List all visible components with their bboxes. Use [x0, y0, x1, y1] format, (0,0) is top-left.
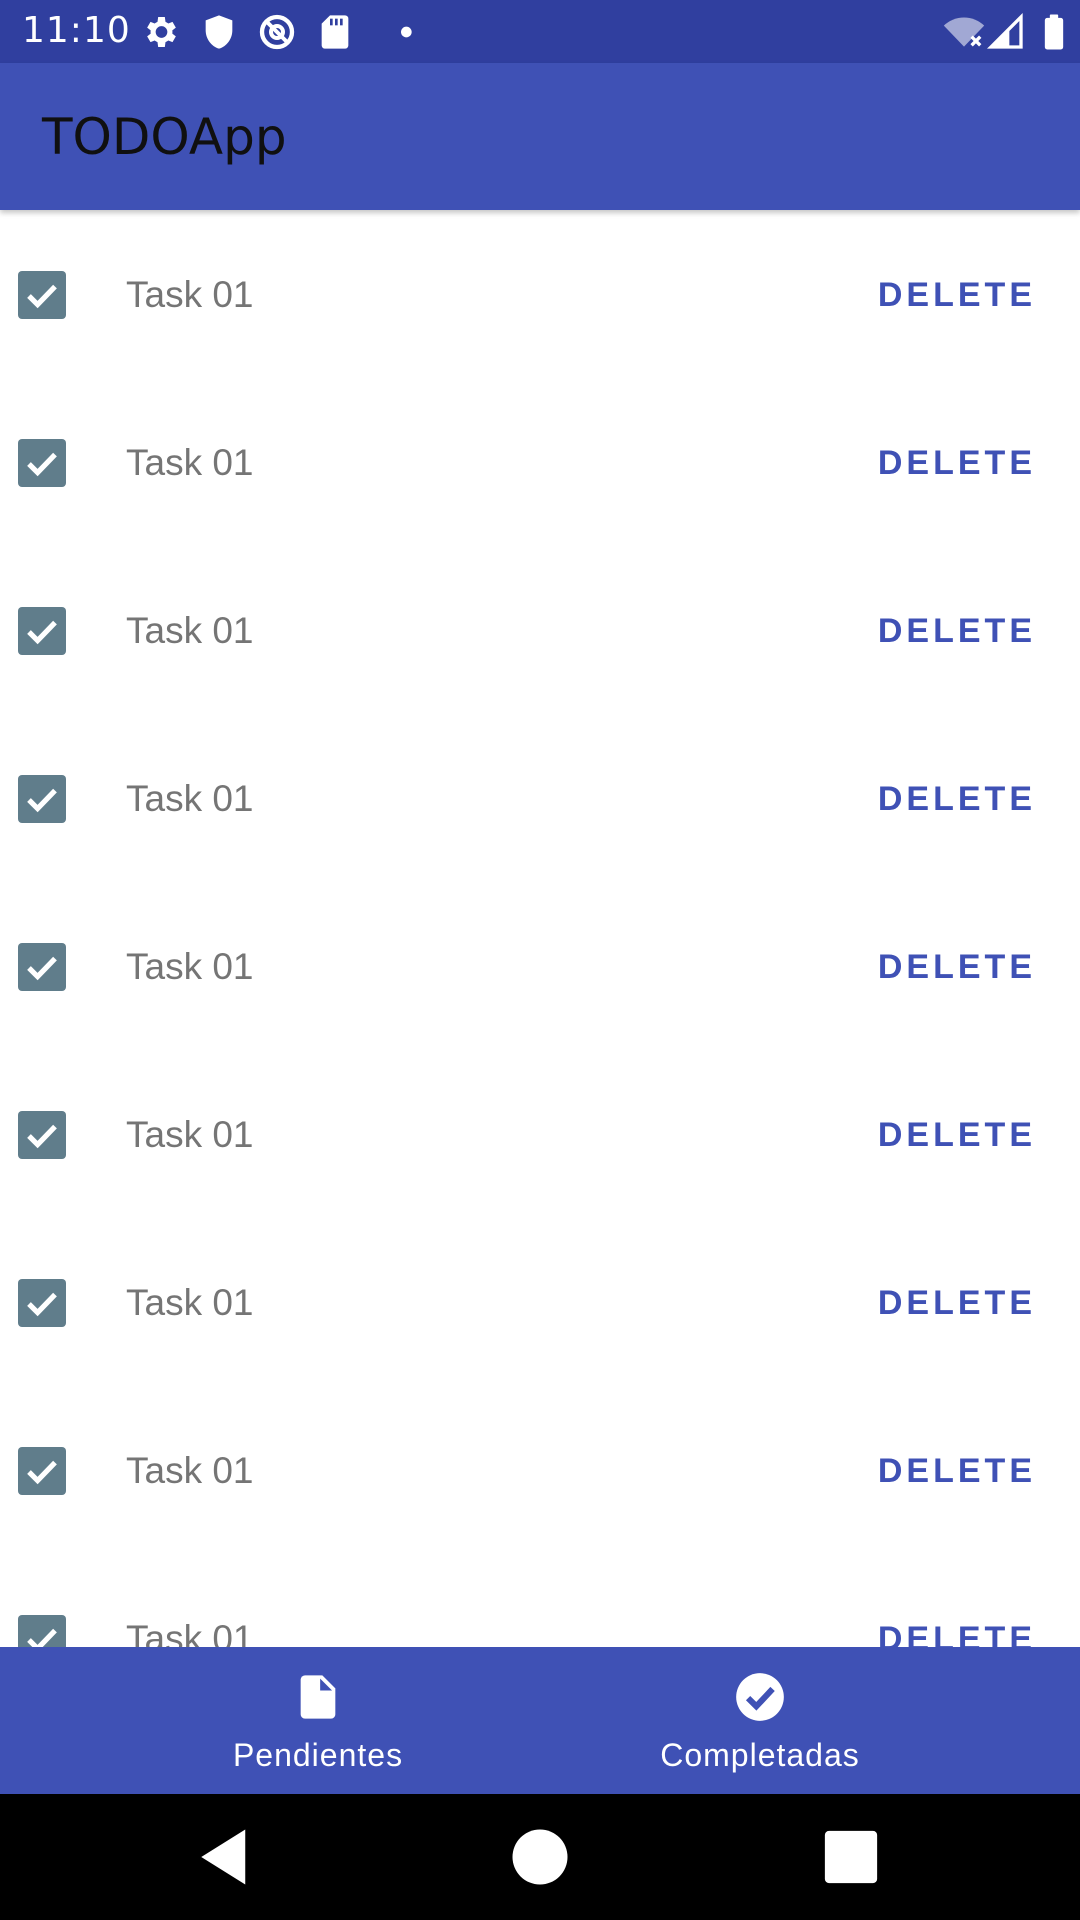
task-row: Task 01 DELETE: [0, 714, 1080, 882]
shield-icon: [205, 15, 233, 49]
task-label: Task 01: [126, 1282, 254, 1323]
checkmark-icon: [27, 452, 57, 477]
cell-signal-icon: [986, 12, 1023, 49]
checkmark-icon: [27, 1628, 57, 1647]
bottom-navigation: Pendientes Completadas: [0, 1647, 1080, 1794]
task-checkbox[interactable]: [18, 607, 66, 655]
delete-button[interactable]: DELETE: [878, 1110, 1036, 1160]
task-checkbox[interactable]: [18, 1279, 66, 1327]
task-label: Task 01: [126, 778, 254, 819]
task-row: Task 01 DELETE: [0, 1218, 1080, 1386]
task-checkbox[interactable]: [18, 1111, 66, 1159]
delete-button[interactable]: DELETE: [878, 774, 1036, 824]
task-checkbox[interactable]: [18, 775, 66, 823]
wifi-off-icon: [943, 17, 985, 47]
dot-icon: [401, 26, 412, 38]
task-row: Task 01 DELETE: [0, 546, 1080, 714]
at-sign-icon: [259, 14, 295, 50]
sd-card-icon: [321, 15, 349, 49]
recents-icon[interactable]: [818, 1824, 884, 1890]
task-checkbox[interactable]: [18, 271, 66, 319]
delete-button[interactable]: DELETE: [878, 1278, 1036, 1328]
delete-button[interactable]: DELETE: [878, 1446, 1036, 1496]
checkmark-icon: [27, 1460, 57, 1485]
battery-icon: [1044, 14, 1064, 50]
app-title: TODOApp: [42, 108, 287, 166]
nav-label-completadas: Completadas: [660, 1737, 860, 1773]
task-row: Task 01 DELETE: [0, 1050, 1080, 1218]
task-row: Task 01 DELETE: [0, 1386, 1080, 1554]
checkmark-icon: [27, 284, 57, 309]
task-list[interactable]: Task 01 DELETE Task 01 DELETE Task 01 DELETE T…: [0, 210, 1080, 1647]
task-label: Task 01: [126, 442, 254, 483]
home-icon[interactable]: [507, 1824, 573, 1890]
delete-button[interactable]: DELETE: [878, 1614, 1036, 1647]
task-label: Task 01: [126, 1114, 254, 1155]
task-label: Task 01: [126, 1618, 254, 1647]
task-label: Task 01: [126, 610, 254, 651]
task-label: Task 01: [126, 274, 254, 315]
system-navigation-bar: [0, 1794, 1080, 1920]
delete-button[interactable]: DELETE: [878, 606, 1036, 656]
task-label: Task 01: [126, 946, 254, 987]
screen: 11:10 TODOApp Task 01 DELETE Task 01 DEL…: [0, 0, 1080, 1920]
checkmark-icon: [27, 788, 57, 813]
delete-button[interactable]: DELETE: [878, 270, 1036, 320]
checkmark-icon: [27, 620, 57, 645]
task-checkbox[interactable]: [18, 1447, 66, 1495]
task-checkbox[interactable]: [18, 439, 66, 487]
task-row: Task 01 DELETE: [0, 378, 1080, 546]
task-row: Task 01 DELETE: [0, 210, 1080, 378]
nav-item-completadas[interactable]: Completadas: [490, 1647, 1030, 1794]
task-checkbox[interactable]: [18, 1615, 66, 1647]
checkmark-icon: [27, 1124, 57, 1149]
check-circle-icon: [736, 1673, 784, 1721]
back-icon[interactable]: [193, 1824, 259, 1890]
task-row: Task 01 DELETE: [0, 1554, 1080, 1647]
task-label: Task 01: [126, 1450, 254, 1491]
document-icon: [300, 1675, 336, 1719]
gear-icon: [147, 17, 176, 47]
checkmark-icon: [27, 1292, 57, 1317]
status-bar: 11:10: [0, 0, 1080, 63]
status-time: 11:10: [22, 10, 131, 51]
delete-button[interactable]: DELETE: [878, 942, 1036, 992]
task-row: Task 01 DELETE: [0, 882, 1080, 1050]
task-checkbox[interactable]: [18, 943, 66, 991]
app-bar: TODOApp: [0, 63, 1080, 210]
delete-button[interactable]: DELETE: [878, 438, 1036, 488]
checkmark-icon: [27, 956, 57, 981]
